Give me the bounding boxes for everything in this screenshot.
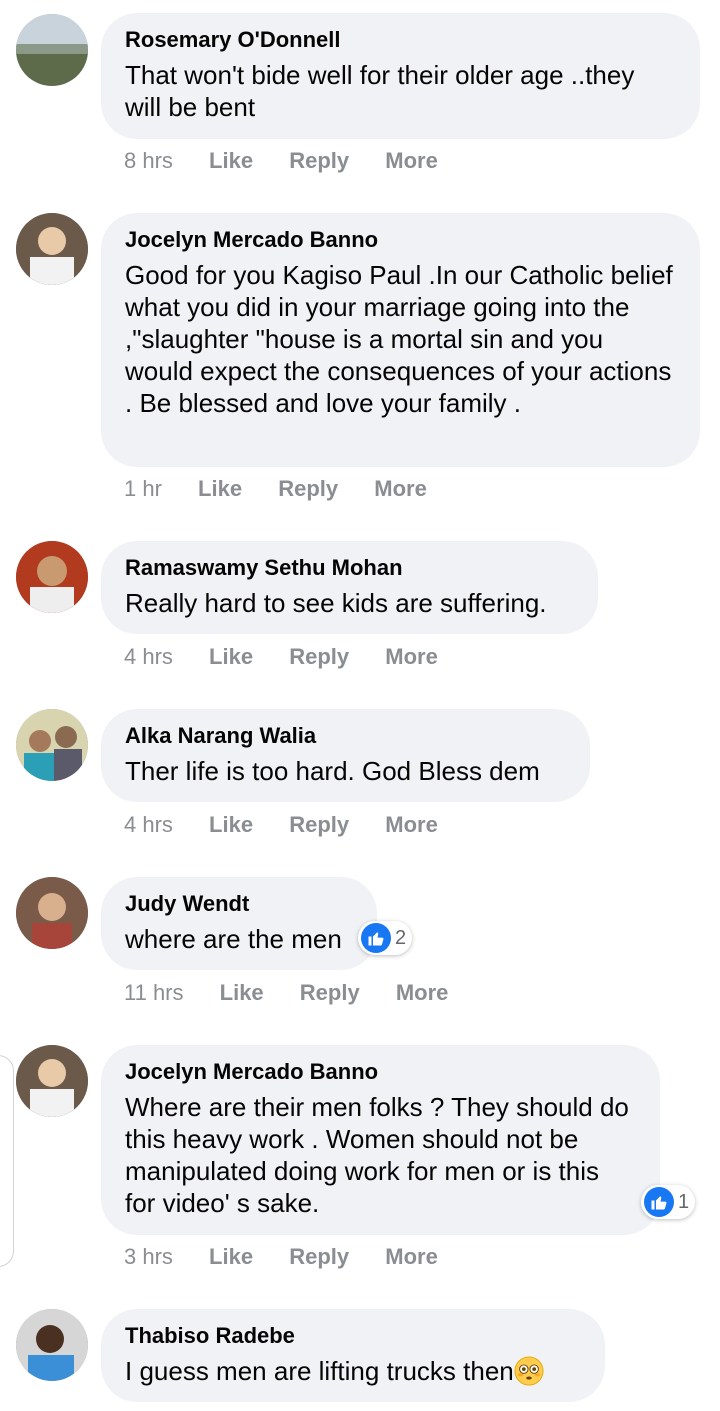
comment-text: Ther life is too hard. God Bless dem [125,756,540,786]
more-button[interactable]: More [385,1243,438,1271]
avatar[interactable] [16,877,88,949]
comment-time[interactable]: 11 hrs [124,979,184,1007]
comment-text: where are the men [125,924,342,954]
comment-bubble: Rosemary O'Donnell That won't bide well … [101,13,700,139]
reaction-badge[interactable]: 1 [641,1185,696,1219]
more-button[interactable]: More [374,475,427,503]
comment-author[interactable]: Judy Wendt [125,891,351,917]
comment-text: Good for you Kagiso Paul .In our Catholi… [125,260,673,418]
comment-text: Really hard to see kids are suffering. [125,588,547,618]
side-panel-edge [0,1055,14,1267]
reply-button[interactable]: Reply [300,979,360,1007]
comment-actions: 4 hrs Like Reply More [124,811,468,839]
comment-actions: 1 hr Like Reply More [124,475,457,503]
comment-bubble: Ramaswamy Sethu Mohan Really hard to see… [101,541,598,634]
thumbs-up-icon [361,923,391,953]
reply-button[interactable]: Reply [289,1243,349,1271]
comment-bubble: Judy Wendt where are the men [101,877,377,970]
avatar[interactable] [16,1309,88,1381]
comment-actions: 3 hrs Like Reply More [124,1243,468,1271]
avatar[interactable] [16,1045,88,1117]
comment-author[interactable]: Alka Narang Walia [125,723,564,749]
comment-bubble: Jocelyn Mercado Banno Good for you Kagis… [101,213,700,467]
comment-text: That won't bide well for their older age… [125,60,635,122]
avatar[interactable] [16,213,88,285]
comment-author[interactable]: Thabiso Radebe [125,1323,579,1349]
like-button[interactable]: Like [209,147,253,175]
like-button[interactable]: Like [220,979,264,1007]
comment-actions: 11 hrs Like Reply More [124,979,478,1007]
more-button[interactable]: More [396,979,449,1007]
comment-author[interactable]: Rosemary O'Donnell [125,27,674,53]
comment-time[interactable]: 1 hr [124,475,162,503]
like-button[interactable]: Like [209,1243,253,1271]
like-button[interactable]: Like [209,811,253,839]
like-button[interactable]: Like [198,475,242,503]
thumbs-up-icon [644,1187,674,1217]
avatar[interactable] [16,541,88,613]
comment-text: Where are their men folks ? They should … [125,1092,629,1218]
comment-bubble: Thabiso Radebe I guess men are lifting t… [101,1309,605,1402]
reaction-count: 2 [395,926,407,949]
comment-time[interactable]: 4 hrs [124,811,173,839]
comment-bubble: Alka Narang Walia Ther life is too hard.… [101,709,590,802]
reaction-badge[interactable]: 2 [358,921,413,955]
comment-text: I guess men are lifting trucks then [125,1355,579,1387]
comment-actions: 4 hrs Like Reply More [124,643,468,671]
more-button[interactable]: More [385,147,438,175]
like-button[interactable]: Like [209,643,253,671]
avatar[interactable] [16,709,88,781]
reply-button[interactable]: Reply [289,147,349,175]
comment-time[interactable]: 3 hrs [124,1243,173,1271]
reply-button[interactable]: Reply [289,811,349,839]
comment-time[interactable]: 4 hrs [124,643,173,671]
flushed-face-emoji [514,1356,544,1386]
comment-bubble: Jocelyn Mercado Banno Where are their me… [101,1045,660,1235]
avatar[interactable] [16,14,88,86]
reaction-count: 1 [678,1190,690,1213]
comment-author[interactable]: Ramaswamy Sethu Mohan [125,555,572,581]
more-button[interactable]: More [385,811,438,839]
comment-author[interactable]: Jocelyn Mercado Banno [125,1059,634,1085]
comment-actions: 8 hrs Like Reply More [124,147,468,175]
comment-time[interactable]: 8 hrs [124,147,173,175]
reply-button[interactable]: Reply [278,475,338,503]
reply-button[interactable]: Reply [289,643,349,671]
comment-author[interactable]: Jocelyn Mercado Banno [125,227,674,253]
more-button[interactable]: More [385,643,438,671]
